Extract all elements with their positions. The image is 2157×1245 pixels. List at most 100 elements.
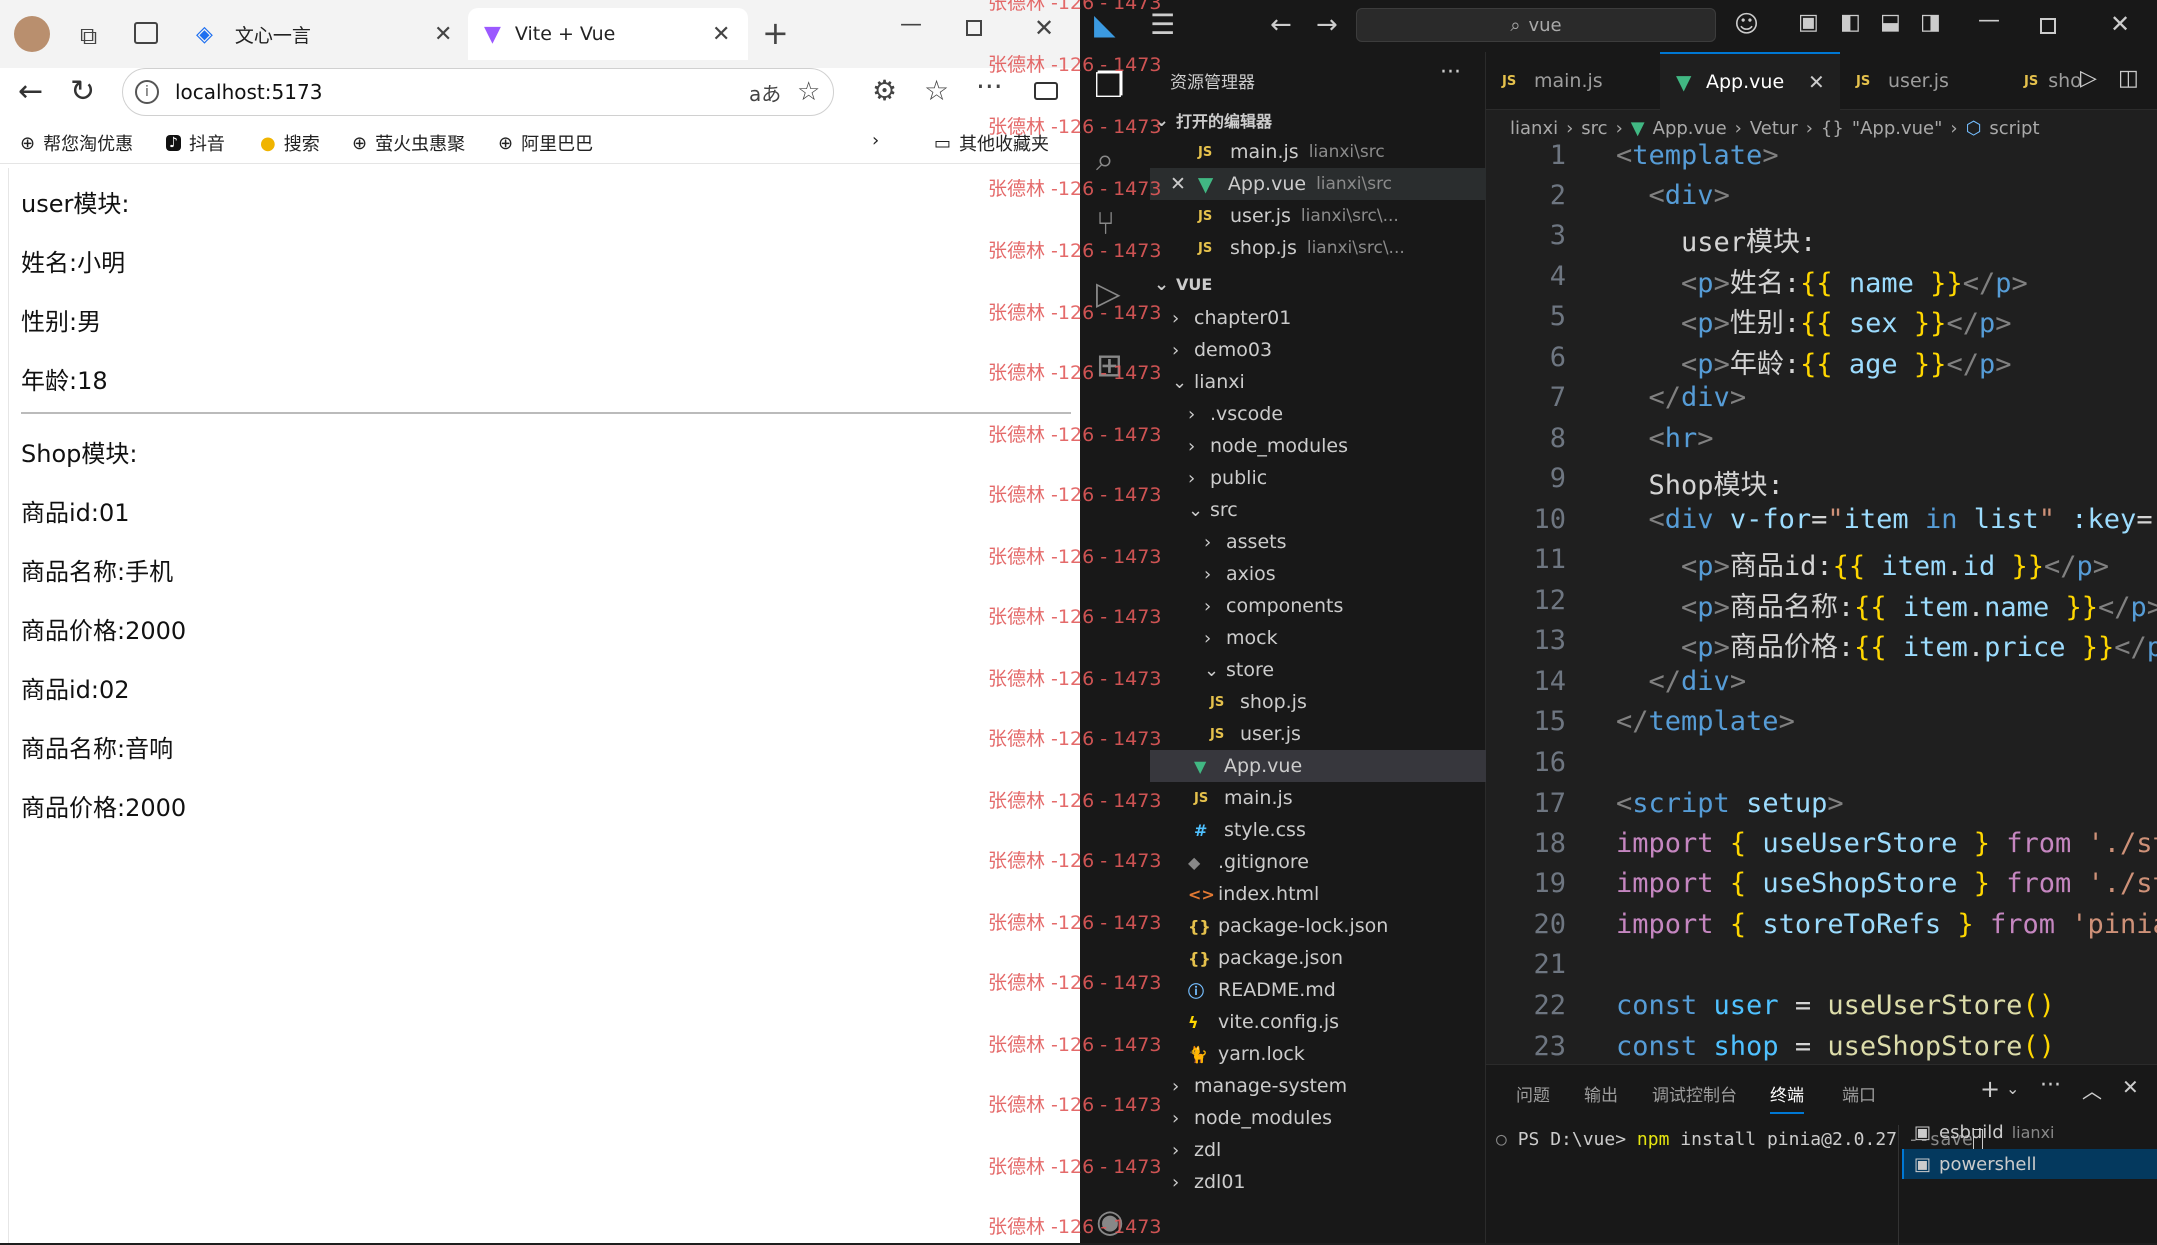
tree-file[interactable]: ⓘ README.md [1150,974,1486,1006]
tree-file[interactable]: ◆ .gitignore [1150,846,1486,878]
editor-tab-shop-js[interactable]: JS sho [2020,52,2082,110]
panel-tab-terminal[interactable]: 终端 [1770,1081,1804,1114]
sidebar-icon[interactable] [1034,82,1058,100]
editor-tab-main-js[interactable]: JS main.js [1486,52,1660,110]
maximize-button[interactable] [2040,18,2056,34]
chevron-right-icon[interactable]: › [872,130,879,151]
address-bar[interactable]: i localhost:5173 aあ ☆ [122,68,834,116]
panel-tab-output[interactable]: 输出 [1584,1081,1618,1106]
tree-file[interactable]: <> index.html [1150,878,1486,910]
open-editor-item[interactable]: ✕ ▼ App.vue lianxi\src [1150,168,1486,200]
tree-folder[interactable]: › demo03 [1150,334,1486,366]
tree-folder[interactable]: ⌄ store [1150,654,1486,686]
tree-folder[interactable]: ⌄ src [1150,494,1486,526]
tree-folder[interactable]: › public [1150,462,1486,494]
workspace-header[interactable]: ⌄ VUE [1154,268,1212,300]
tree-folder[interactable]: › manage-system [1150,1070,1486,1102]
favorites-icon[interactable]: ☆ [924,74,949,107]
tree-folder[interactable]: › assets [1150,526,1486,558]
add-terminal-icon[interactable]: + [1980,1075,2000,1103]
editor-tab-user-js[interactable]: JS user.js [1840,52,2020,110]
minimize-button[interactable]: — [1978,8,2000,33]
workspaces-icon[interactable]: ⧉ [80,22,97,50]
tree-folder[interactable]: › node_modules [1150,1102,1486,1134]
panel-tab-problems[interactable]: 问题 [1516,1081,1550,1106]
open-editor-item[interactable]: JS main.js lianxi\src [1198,136,1385,168]
tree-file[interactable]: ϟ vite.config.js [1150,1006,1486,1038]
close-icon[interactable]: ✕ [434,22,452,47]
info-icon[interactable]: i [135,80,159,104]
chevron-down-icon[interactable]: ⌄ [2006,1079,2019,1098]
tree-folder[interactable]: › components [1150,590,1486,622]
back-button[interactable]: ← [18,74,43,109]
close-window-button[interactable]: ✕ [1034,14,1054,42]
bookmark-3[interactable]: ● 搜索 [260,130,320,156]
copilot-icon[interactable]: ☺ [1734,10,1759,38]
more-icon[interactable]: ··· [1440,60,1461,85]
tree-folder[interactable]: › axios [1150,558,1486,590]
split-editor-icon[interactable]: ◫ [2118,66,2139,91]
read-aloud-icon[interactable]: aあ [749,78,781,107]
tree-file[interactable]: {} package-lock.json [1150,910,1486,942]
bookmark-2[interactable]: ♪ 抖音 [166,130,225,156]
tab-vite-vue[interactable]: ▼ Vite + Vue ✕ [468,8,748,60]
breadcrumb-item[interactable]: "App.vue" [1852,118,1943,139]
tree-file[interactable]: # style.css [1150,814,1486,846]
tree-file[interactable]: JS main.js [1150,782,1486,814]
tree-folder[interactable]: › mock [1150,622,1486,654]
extensions-icon[interactable]: ⚙ [872,74,897,107]
favorite-star-icon[interactable]: ☆ [797,77,820,107]
command-center-search[interactable]: ⌕ vue [1356,8,1716,42]
tab-wenxin[interactable]: ◈ 文心一言 ✕ [186,8,464,60]
tree-folder[interactable]: › zdl01 [1150,1166,1486,1198]
toggle-panel-icon[interactable]: ⬓ [1880,10,1901,35]
close-window-button[interactable]: ✕ [2110,10,2130,38]
breadcrumb-item[interactable]: src [1581,118,1607,139]
tree-file[interactable]: ▼ App.vue [1150,750,1486,782]
panel-tab-ports[interactable]: 端口 [1842,1081,1876,1106]
nav-forward-icon[interactable]: → [1316,10,1338,40]
tree-folder[interactable]: › zdl [1150,1134,1486,1166]
refresh-button[interactable]: ↻ [70,74,95,109]
terminal-list-item-active[interactable]: ▣ powershell [1902,1149,2157,1179]
new-tab-button[interactable]: + [762,14,789,52]
breadcrumb-item[interactable]: script [1989,118,2039,139]
terminal-list-item[interactable]: ▣ esbuild lianxi [1904,1117,2157,1147]
layout-icon[interactable]: ▣ [1798,10,1819,35]
tree-folder[interactable]: ⌄ lianxi [1150,366,1486,398]
tab-actions-icon[interactable] [134,22,158,44]
open-editors-header[interactable]: ⌄ 打开的编辑器 [1154,104,1272,136]
tab-label: App.vue [1706,71,1785,93]
nav-back-icon[interactable]: ← [1270,10,1292,40]
bookmark-4[interactable]: ⊕ 萤火虫惠聚 [352,130,465,156]
breadcrumb-item[interactable]: Vetur [1750,118,1798,139]
bookmark-5[interactable]: ⊕ 阿里巴巴 [498,130,593,156]
minimize-button[interactable]: — [900,12,922,37]
breadcrumb-item[interactable]: App.vue [1653,118,1727,139]
tree-file[interactable]: JS shop.js [1150,686,1486,718]
tree-file[interactable]: {} package.json [1150,942,1486,974]
panel-tab-debug-console[interactable]: 调试控制台 [1652,1081,1737,1106]
open-editor-item[interactable]: JS shop.js lianxi\src\... [1198,232,1405,264]
more-icon[interactable]: ··· [2040,1073,2061,1098]
toggle-sidebar-icon[interactable]: ◧ [1840,10,1861,35]
bookmark-1[interactable]: ⊕ 帮您淘优惠 [20,130,133,156]
breadcrumb-item[interactable]: lianxi [1510,118,1558,139]
profile-avatar[interactable] [14,16,50,52]
address-text[interactable]: localhost:5173 [175,80,322,104]
run-icon[interactable]: ▷ [2080,66,2097,91]
maximize-panel-icon[interactable]: ︿ [2082,1075,2102,1104]
editor-tab-app-vue[interactable]: ▼ App.vue ✕ [1660,52,1840,110]
close-panel-icon[interactable]: ✕ [2122,1075,2139,1099]
close-icon[interactable]: ✕ [1808,70,1825,94]
tree-file[interactable]: 🐈 yarn.lock [1150,1038,1486,1070]
toggle-secondary-icon[interactable]: ◨ [1920,10,1941,35]
tree-folder[interactable]: › node_modules [1150,430,1486,462]
tree-folder[interactable]: › chapter01 [1150,302,1486,334]
close-icon[interactable]: ✕ [712,22,730,47]
open-editor-item[interactable]: JS user.js lianxi\src\... [1198,200,1399,232]
close-icon[interactable]: ✕ [1170,173,1186,195]
tree-file[interactable]: JS user.js [1150,718,1486,750]
maximize-button[interactable] [966,20,982,36]
tree-folder[interactable]: › .vscode [1150,398,1486,430]
